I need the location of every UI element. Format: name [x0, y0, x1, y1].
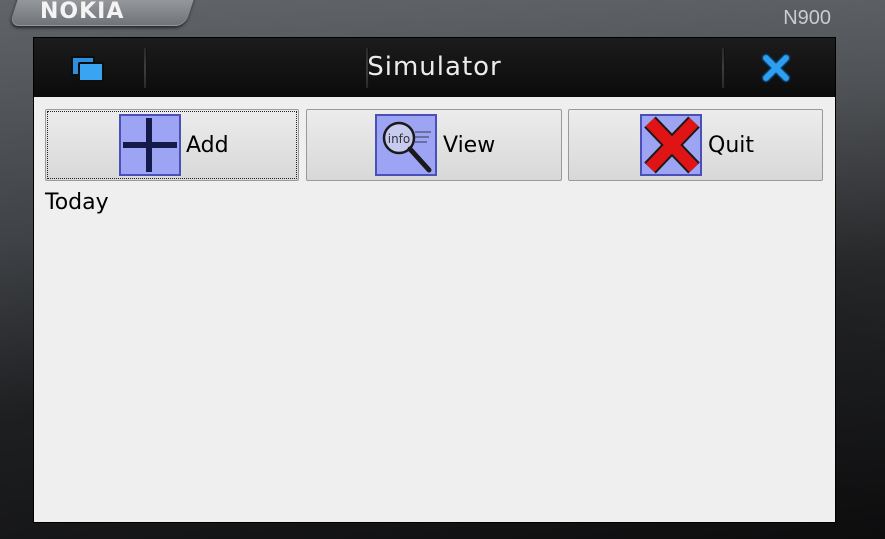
window-title: Simulator	[367, 52, 502, 82]
close-button[interactable]	[758, 52, 794, 84]
title-separator-right	[722, 48, 725, 88]
device-brand-logo: NOKIA	[40, 0, 125, 24]
quit-button-label: Quit	[708, 133, 754, 158]
title-bar: Simulator	[34, 38, 835, 97]
add-button[interactable]: Add	[45, 109, 299, 181]
magnifier-info-text: info	[388, 132, 411, 146]
toolbar: Add info View Quit	[34, 109, 835, 183]
quit-button[interactable]: Quit	[568, 109, 823, 181]
view-button[interactable]: info View	[306, 109, 562, 181]
device-model-label: N900	[783, 7, 831, 29]
close-icon	[761, 53, 791, 83]
app-window: Simulator Add info View Quit Today	[34, 38, 835, 522]
magnifier-info-icon: info	[375, 114, 437, 176]
today-heading: Today	[45, 190, 109, 215]
add-button-label: Add	[186, 133, 229, 158]
view-button-label: View	[443, 133, 496, 158]
red-x-icon	[640, 114, 702, 176]
plus-icon	[119, 114, 181, 176]
